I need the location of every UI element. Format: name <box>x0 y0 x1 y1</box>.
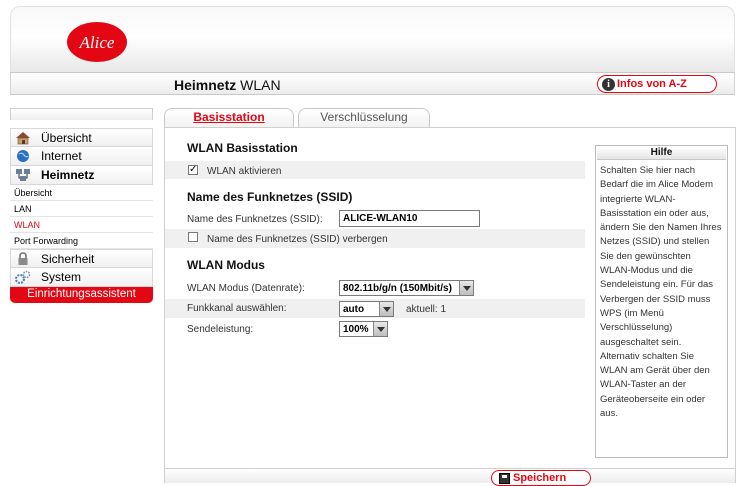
chevron-down-icon <box>379 302 393 316</box>
info-a-z-button[interactable]: i Infos von A-Z <box>597 75 717 93</box>
wlan-mode-label: WLAN Modus (Datenrate): <box>187 283 305 294</box>
channel-label: Funkkanal auswählen: <box>187 303 287 314</box>
floppy-disk-icon <box>499 472 510 484</box>
logo-text: Alice <box>79 33 115 52</box>
sidebar-item-label: Heimnetz <box>41 168 95 182</box>
sidebar-header <box>10 108 153 120</box>
network-icon <box>13 167 33 183</box>
sidebar-subitem-port-forwarding[interactable]: Port Forwarding <box>10 233 153 249</box>
sidebar: Übersicht Internet Heimnetz Übersicht LA… <box>10 128 153 303</box>
channel-select[interactable]: auto <box>339 301 394 317</box>
help-box: Hilfe Schalten Sie hier nach Bedarf die … <box>595 145 728 458</box>
ssid-hide-checkbox[interactable] <box>188 232 198 242</box>
wlan-enable-label: WLAN aktivieren <box>207 166 282 177</box>
lock-icon <box>13 251 33 267</box>
sidebar-subitem-uebersicht[interactable]: Übersicht <box>10 185 153 201</box>
power-value: 100% <box>343 323 369 335</box>
header-band: Alice <box>10 6 735 72</box>
wlan-enable-checkbox[interactable]: ✓ <box>188 165 198 175</box>
tab-basisstation[interactable]: Basisstation <box>164 108 294 127</box>
footer-bar <box>164 469 736 483</box>
chevron-down-icon <box>459 281 473 295</box>
sidebar-item-label: System <box>41 270 82 284</box>
section-title-ssid: Name des Funknetzes (SSID) <box>187 190 353 204</box>
sidebar-subitem-lan[interactable]: LAN <box>10 201 153 217</box>
home-icon <box>13 130 33 146</box>
section-title-mode: WLAN Modus <box>187 258 265 272</box>
content-panel: WLAN Basisstation ✓ WLAN aktivieren Name… <box>164 127 736 469</box>
sidebar-item-uebersicht[interactable]: Übersicht <box>10 128 153 147</box>
globe-icon <box>13 148 33 164</box>
alice-logo: Alice <box>67 22 127 62</box>
power-select[interactable]: 100% <box>339 321 388 337</box>
tab-verschluesselung[interactable]: Verschlüsselung <box>298 108 430 127</box>
gears-icon <box>13 269 33 285</box>
section-title-basisstation: WLAN Basisstation <box>187 141 298 155</box>
info-icon: i <box>602 77 615 91</box>
wlan-mode-value: 802.11b/g/n (150Mbit/s) <box>343 282 452 294</box>
chevron-down-icon <box>373 322 387 336</box>
sidebar-item-label: Internet <box>41 149 82 163</box>
channel-current: aktuell: 1 <box>406 304 447 315</box>
help-text: Schalten Sie hier nach Bedarf die im Ali… <box>600 165 722 420</box>
wlan-mode-select[interactable]: 802.11b/g/n (150Mbit/s) <box>339 280 474 296</box>
save-label: Speichern <box>513 472 567 484</box>
ssid-label: Name des Funknetzes (SSID): <box>187 214 323 225</box>
power-label: Sendeleistung: <box>187 324 254 335</box>
sidebar-item-internet[interactable]: Internet <box>10 147 153 166</box>
sidebar-item-label: Übersicht <box>41 130 92 145</box>
channel-value: auto <box>343 303 365 315</box>
save-button[interactable]: Speichern <box>491 470 591 486</box>
sidebar-item-label: Sicherheit <box>41 251 95 266</box>
title-bar: Heimnetz WLAN i Infos von A-Z <box>10 72 735 95</box>
sidebar-subitem-wlan[interactable]: WLAN <box>10 217 153 233</box>
sidebar-item-heimnetz[interactable]: Heimnetz <box>10 166 153 185</box>
page-title: Heimnetz WLAN <box>174 77 281 93</box>
sidebar-item-system[interactable]: System <box>10 268 153 287</box>
setup-wizard-button[interactable]: Einrichtungsassistent <box>10 287 153 303</box>
ssid-hide-label: Name des Funknetzes (SSID) verbergen <box>207 234 388 245</box>
help-title: Hilfe <box>597 147 726 160</box>
info-a-z-label: Infos von A-Z <box>617 78 687 90</box>
ssid-input[interactable] <box>339 210 480 227</box>
sidebar-item-sicherheit[interactable]: Sicherheit <box>10 249 153 268</box>
